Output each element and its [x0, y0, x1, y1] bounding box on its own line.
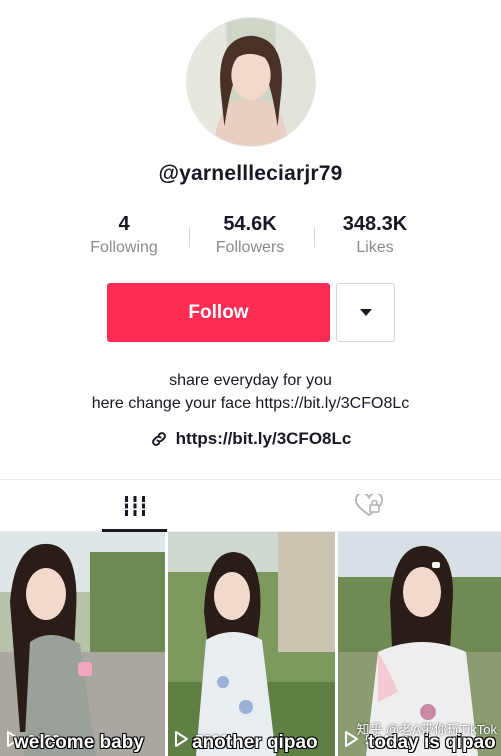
bio-line-1: share everyday for you: [169, 372, 332, 389]
stat-following-label: Following: [90, 239, 158, 256]
profile-tab-bar: [0, 479, 501, 532]
video-thumbnail-image: [0, 532, 165, 756]
tab-videos[interactable]: [102, 480, 167, 532]
profile-stats: 4 Following 54.6K Followers 348.3K Likes: [62, 211, 442, 261]
stat-following-value: 4: [118, 213, 130, 235]
stat-followers-label: Followers: [215, 239, 285, 256]
bio-line-2: here change your face https://bit.ly/3CF…: [91, 395, 410, 412]
stat-likes-value: 348.3K: [342, 213, 408, 235]
follow-button[interactable]: Follow: [107, 283, 330, 342]
caret-down-icon: [359, 308, 372, 316]
profile-link-text: https://bit.ly/3CFO8Lc: [175, 429, 352, 448]
play-icon: [175, 731, 188, 747]
stat-following[interactable]: 4 Following: [62, 211, 186, 259]
video-caption: another qipao: [192, 732, 318, 753]
profile-username: @yarnellleciarjr79: [158, 162, 343, 185]
video-caption: welcome baby: [14, 732, 144, 753]
video-thumbnail[interactable]: 6420 welcome baby: [0, 532, 165, 756]
video-thumbnail[interactable]: 5991 another qipao: [168, 532, 335, 756]
grid-bars-icon: [123, 496, 146, 516]
watermark: 知乎 @老A带你玩TikTok: [356, 722, 497, 737]
profile-link[interactable]: https://bit.ly/3CFO8Lc: [0, 429, 501, 449]
stat-followers[interactable]: 54.6K Followers: [188, 211, 312, 259]
stat-likes[interactable]: 348.3K Likes: [313, 211, 437, 259]
more-options-button[interactable]: [336, 283, 395, 342]
stat-followers-value: 54.6K: [223, 213, 277, 235]
avatar-image: [187, 18, 315, 146]
link-icon: [151, 432, 166, 446]
tab-liked[interactable]: [336, 480, 401, 532]
heart-lock-icon: [354, 494, 383, 517]
profile-avatar[interactable]: [186, 17, 316, 147]
stat-likes-label: Likes: [356, 239, 394, 256]
video-thumbnail-image: [168, 532, 335, 756]
